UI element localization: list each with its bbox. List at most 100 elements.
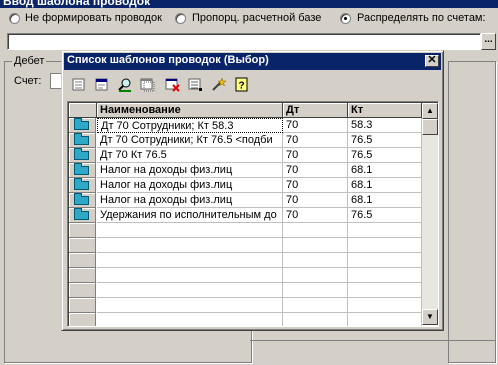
wand-icon[interactable] [210,76,227,93]
empty-cell[interactable] [283,253,348,268]
table-cell-dt[interactable]: 70 [283,133,348,148]
empty-cell[interactable] [348,283,422,298]
table-cell-dt[interactable]: 70 [283,193,348,208]
copy-icon[interactable] [139,76,156,93]
row-indicator[interactable] [69,193,96,208]
empty-cell[interactable] [283,283,348,298]
row-indicator[interactable] [69,148,96,163]
dialog-title-bar: Список шаблонов проводок (Выбор) ✕ [64,53,441,70]
scroll-down-icon[interactable]: ▼ [422,309,438,325]
dialog-toolbar: ? [66,74,266,94]
empty-cell[interactable] [97,268,283,283]
table-cell-dt[interactable]: 70 [283,163,348,178]
template-list-dialog: Список шаблонов проводок (Выбор) ✕ ? Наи… [61,50,444,331]
table-cell-kt[interactable]: 76.5 [348,133,422,148]
column-header-icon [69,103,97,118]
empty-cell[interactable] [97,238,283,253]
schet-label: Счет: [14,75,42,87]
row-indicator[interactable] [69,253,96,268]
accounts-select-button[interactable]: ... [481,33,496,50]
table-cell-name[interactable]: Дт 70 Кт 76.5 [97,148,283,163]
new-doc-icon[interactable] [70,76,87,93]
column-header-dt[interactable]: Дт [283,103,348,118]
empty-cell[interactable] [283,298,348,313]
outer-window-title-text: Ввод шаблона проводок [3,0,151,8]
folder-icon [74,178,89,190]
row-indicator[interactable] [69,208,96,223]
table-cell-kt[interactable]: 76.5 [348,148,422,163]
table-cell-dt[interactable]: 70 [283,118,348,133]
table-cell-dt[interactable]: 70 [283,208,348,223]
help-icon[interactable]: ? [233,76,250,93]
table-cell-kt[interactable]: 68.1 [348,163,422,178]
table-cell-name[interactable]: Налог на доходы физ.лиц [97,193,283,208]
empty-cell[interactable] [348,313,422,326]
divider [250,340,496,341]
empty-cell[interactable] [97,283,283,298]
radio-proportional-label[interactable]: Пропорц. расчетной базе [192,12,321,24]
row-indicator[interactable] [69,283,96,298]
folder-icon [74,148,89,160]
empty-cell[interactable] [97,223,283,238]
radio-no-postings-label[interactable]: Не формировать проводок [25,12,162,24]
row-indicator[interactable] [69,268,96,283]
folder-icon [74,163,89,175]
close-button[interactable]: ✕ [425,55,439,67]
radio-distribute-accounts[interactable] [340,13,351,24]
folder-icon [74,193,89,205]
empty-cell[interactable] [348,298,422,313]
accounts-input[interactable] [7,33,481,50]
table-cell-dt[interactable]: 70 [283,178,348,193]
radio-proportional[interactable] [175,13,186,24]
empty-cell[interactable] [283,313,348,326]
folder-icon [74,133,89,145]
table-cell-kt[interactable]: 76.5 [348,208,422,223]
empty-cell[interactable] [283,223,348,238]
table-cell-kt[interactable]: 68.1 [348,193,422,208]
table-cell-name[interactable]: Дт 70 Сотрудники; Кт 76.5 <подби [97,133,283,148]
row-indicator[interactable] [69,313,96,326]
empty-cell[interactable] [348,238,422,253]
row-indicator[interactable] [69,133,96,148]
templates-table: Наименование Дт Кт Дт 70 Сотрудники; Кт … [67,101,439,327]
kredit-group [448,61,496,363]
posting-mode-radios: Не формировать проводок Пропорц. расчетн… [0,11,498,29]
row-indicator[interactable] [69,298,96,313]
table-cell-kt[interactable]: 68.1 [348,178,422,193]
row-indicator[interactable] [69,118,96,133]
list-icon[interactable] [187,76,204,93]
row-indicator[interactable] [69,163,96,178]
folder-icon [74,118,89,130]
edit-doc-icon[interactable] [93,76,110,93]
empty-cell[interactable] [348,268,422,283]
table-cell-name[interactable]: Дт 70 Сотрудники; Кт 58.3 [97,118,283,133]
column-header-kt[interactable]: Кт [348,103,422,118]
row-indicator[interactable] [69,178,96,193]
scroll-thumb[interactable] [422,119,438,135]
outer-window-title: Ввод шаблона проводок [0,0,498,8]
row-indicator[interactable] [69,223,96,238]
column-header-name[interactable]: Наименование [97,103,283,118]
empty-cell[interactable] [97,313,283,326]
empty-cell[interactable] [348,253,422,268]
table-cell-name[interactable]: Удержания по исполнительным до [97,208,283,223]
table-cell-name[interactable]: Налог на доходы физ.лиц [97,178,283,193]
delete-icon[interactable] [164,76,181,93]
table-cell-kt[interactable]: 58.3 [348,118,422,133]
svg-text:?: ? [238,81,244,92]
vertical-scrollbar[interactable]: ▲ ▼ [422,103,438,325]
empty-cell[interactable] [348,223,422,238]
table-cell-name[interactable]: Налог на доходы физ.лиц [97,163,283,178]
empty-cell[interactable] [97,253,283,268]
radio-no-postings[interactable] [9,13,20,24]
debet-label: Дебет [12,55,47,67]
table-cell-dt[interactable]: 70 [283,148,348,163]
row-indicator[interactable] [69,238,96,253]
empty-cell[interactable] [283,238,348,253]
radio-distribute-accounts-label[interactable]: Распределять по счетам: [357,12,486,24]
scroll-up-icon[interactable]: ▲ [422,103,438,119]
empty-cell[interactable] [97,298,283,313]
empty-cell[interactable] [283,268,348,283]
find-icon[interactable] [117,76,134,93]
dialog-title: Список шаблонов проводок (Выбор) [67,54,269,66]
